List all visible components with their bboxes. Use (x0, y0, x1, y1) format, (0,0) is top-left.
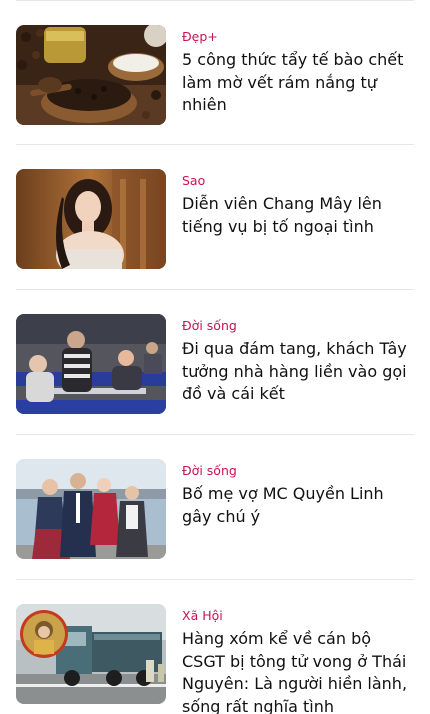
divider (16, 0, 414, 1)
divider (16, 144, 414, 145)
actress-portrait-image (16, 169, 166, 269)
article-title[interactable]: Bố mẹ vợ MC Quyền Linh gây chú ý (182, 483, 414, 528)
divider (16, 289, 414, 290)
truck-accident-image (16, 604, 166, 704)
article-category[interactable]: Đẹp+ (182, 29, 218, 45)
article-thumbnail[interactable] (16, 604, 166, 704)
coffee-scrub-image (16, 25, 166, 125)
article-category[interactable]: Xã Hội (182, 608, 223, 624)
article-card[interactable]: Đẹp+ 5 công thức tẩy tế bào chết làm mờ … (16, 25, 414, 125)
article-thumbnail[interactable] (16, 25, 166, 125)
article-title[interactable]: Diễn viên Chang Mây lên tiếng vụ bị tố n… (182, 193, 414, 238)
article-card[interactable]: Sao Diễn viên Chang Mây lên tiếng vụ bị … (16, 169, 414, 269)
article-thumbnail[interactable] (16, 459, 166, 559)
family-group-image (16, 459, 166, 559)
article-card[interactable]: Xã Hội Hàng xóm kể về cán bộ CSGT bị tôn… (16, 604, 414, 714)
article-title[interactable]: 5 công thức tẩy tế bào chết làm mờ vết r… (182, 49, 414, 117)
article-title[interactable]: Hàng xóm kể về cán bộ CSGT bị tông tử vo… (182, 628, 414, 714)
article-category[interactable]: Đời sống (182, 318, 237, 334)
article-category[interactable]: Đời sống (182, 463, 237, 479)
article-title[interactable]: Đi qua đám tang, khách Tây tưởng nhà hàn… (182, 338, 414, 406)
divider (16, 434, 414, 435)
article-card[interactable]: Đời sống Đi qua đám tang, khách Tây tưởn… (16, 314, 414, 414)
article-card[interactable]: Đời sống Bố mẹ vợ MC Quyền Linh gây chú … (16, 459, 414, 559)
article-thumbnail[interactable] (16, 169, 166, 269)
article-category[interactable]: Sao (182, 173, 205, 189)
article-thumbnail[interactable] (16, 314, 166, 414)
divider (16, 579, 414, 580)
funeral-tables-image (16, 314, 166, 414)
